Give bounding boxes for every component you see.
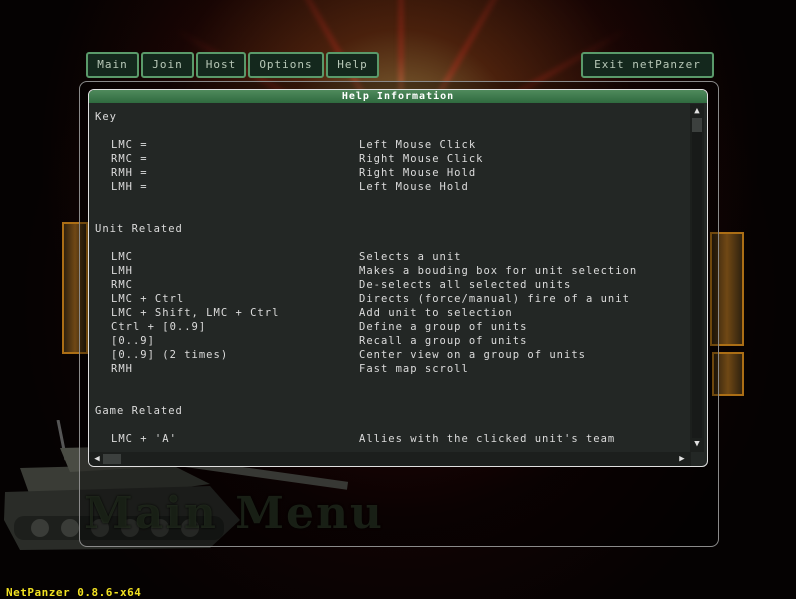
- key-description: Allies with the clicked unit's team: [359, 433, 616, 445]
- tab-help[interactable]: Help: [326, 52, 379, 78]
- key-binding: RMH =: [111, 167, 148, 179]
- vertical-scrollbar[interactable]: ▲ ▼: [690, 104, 704, 452]
- key-description: Right Mouse Click: [359, 153, 484, 165]
- key-binding: [0..9]: [111, 335, 155, 347]
- help-text-area: Key LMC = Left Mouse Click RMC = Right M…: [95, 110, 691, 456]
- section-heading-game-related: Game Related: [95, 405, 183, 417]
- key-binding: Ctrl + [0..9]: [111, 321, 207, 333]
- vertical-scroll-thumb[interactable]: [692, 118, 702, 132]
- exit-netpanzer-button[interactable]: Exit netPanzer: [581, 52, 714, 78]
- section-heading-key: Key: [95, 111, 117, 123]
- key-description: Selects a unit: [359, 251, 462, 263]
- scroll-left-icon[interactable]: ◀: [91, 453, 103, 465]
- tab-host[interactable]: Host: [196, 52, 246, 78]
- key-description: Define a group of units: [359, 321, 528, 333]
- tab-options[interactable]: Options: [248, 52, 324, 78]
- key-binding: LMC + Shift, LMC + Ctrl: [111, 307, 280, 319]
- key-description: Center view on a group of units: [359, 349, 586, 361]
- horizontal-scroll-thumb[interactable]: [103, 454, 121, 464]
- help-panel-title: Help Information: [89, 90, 707, 103]
- key-description: Fast map scroll: [359, 363, 469, 375]
- key-description: De-selects all selected units: [359, 279, 572, 291]
- key-description: Right Mouse Hold: [359, 167, 477, 179]
- key-description: Recall a group of units: [359, 335, 528, 347]
- key-description: Directs (force/manual) fire of a unit: [359, 293, 630, 305]
- key-description: Left Mouse Click: [359, 139, 477, 151]
- key-binding: LMH =: [111, 181, 148, 193]
- key-binding: LMC =: [111, 139, 148, 151]
- section-heading-unit-related: Unit Related: [95, 223, 183, 235]
- scroll-down-icon[interactable]: ▼: [691, 438, 703, 450]
- key-binding: [0..9] (2 times): [111, 349, 229, 361]
- key-description: Add unit to selection: [359, 307, 513, 319]
- scroll-up-icon[interactable]: ▲: [691, 105, 703, 117]
- horizontal-scrollbar[interactable]: ◀ ▶: [89, 452, 691, 466]
- key-binding: RMH: [111, 363, 133, 375]
- vertical-scroll-track[interactable]: [692, 118, 702, 438]
- key-binding: LMC: [111, 251, 133, 263]
- help-panel: Help Information Key LMC = Left Mouse Cl…: [88, 89, 708, 467]
- key-binding: LMC + 'A': [111, 433, 177, 445]
- version-label: NetPanzer 0.8.6-x64: [6, 586, 142, 599]
- main-menu-screen: Main Menu Main Join Host Options Help Ex…: [0, 0, 796, 599]
- key-description: Makes a bouding box for unit selection: [359, 265, 638, 277]
- tab-join[interactable]: Join: [141, 52, 194, 78]
- tab-main[interactable]: Main: [86, 52, 139, 78]
- key-binding: RMC =: [111, 153, 148, 165]
- scroll-right-icon[interactable]: ▶: [676, 453, 688, 465]
- key-binding: LMC + Ctrl: [111, 293, 185, 305]
- key-description: Left Mouse Hold: [359, 181, 469, 193]
- key-binding: RMC: [111, 279, 133, 291]
- key-binding: LMH: [111, 265, 133, 277]
